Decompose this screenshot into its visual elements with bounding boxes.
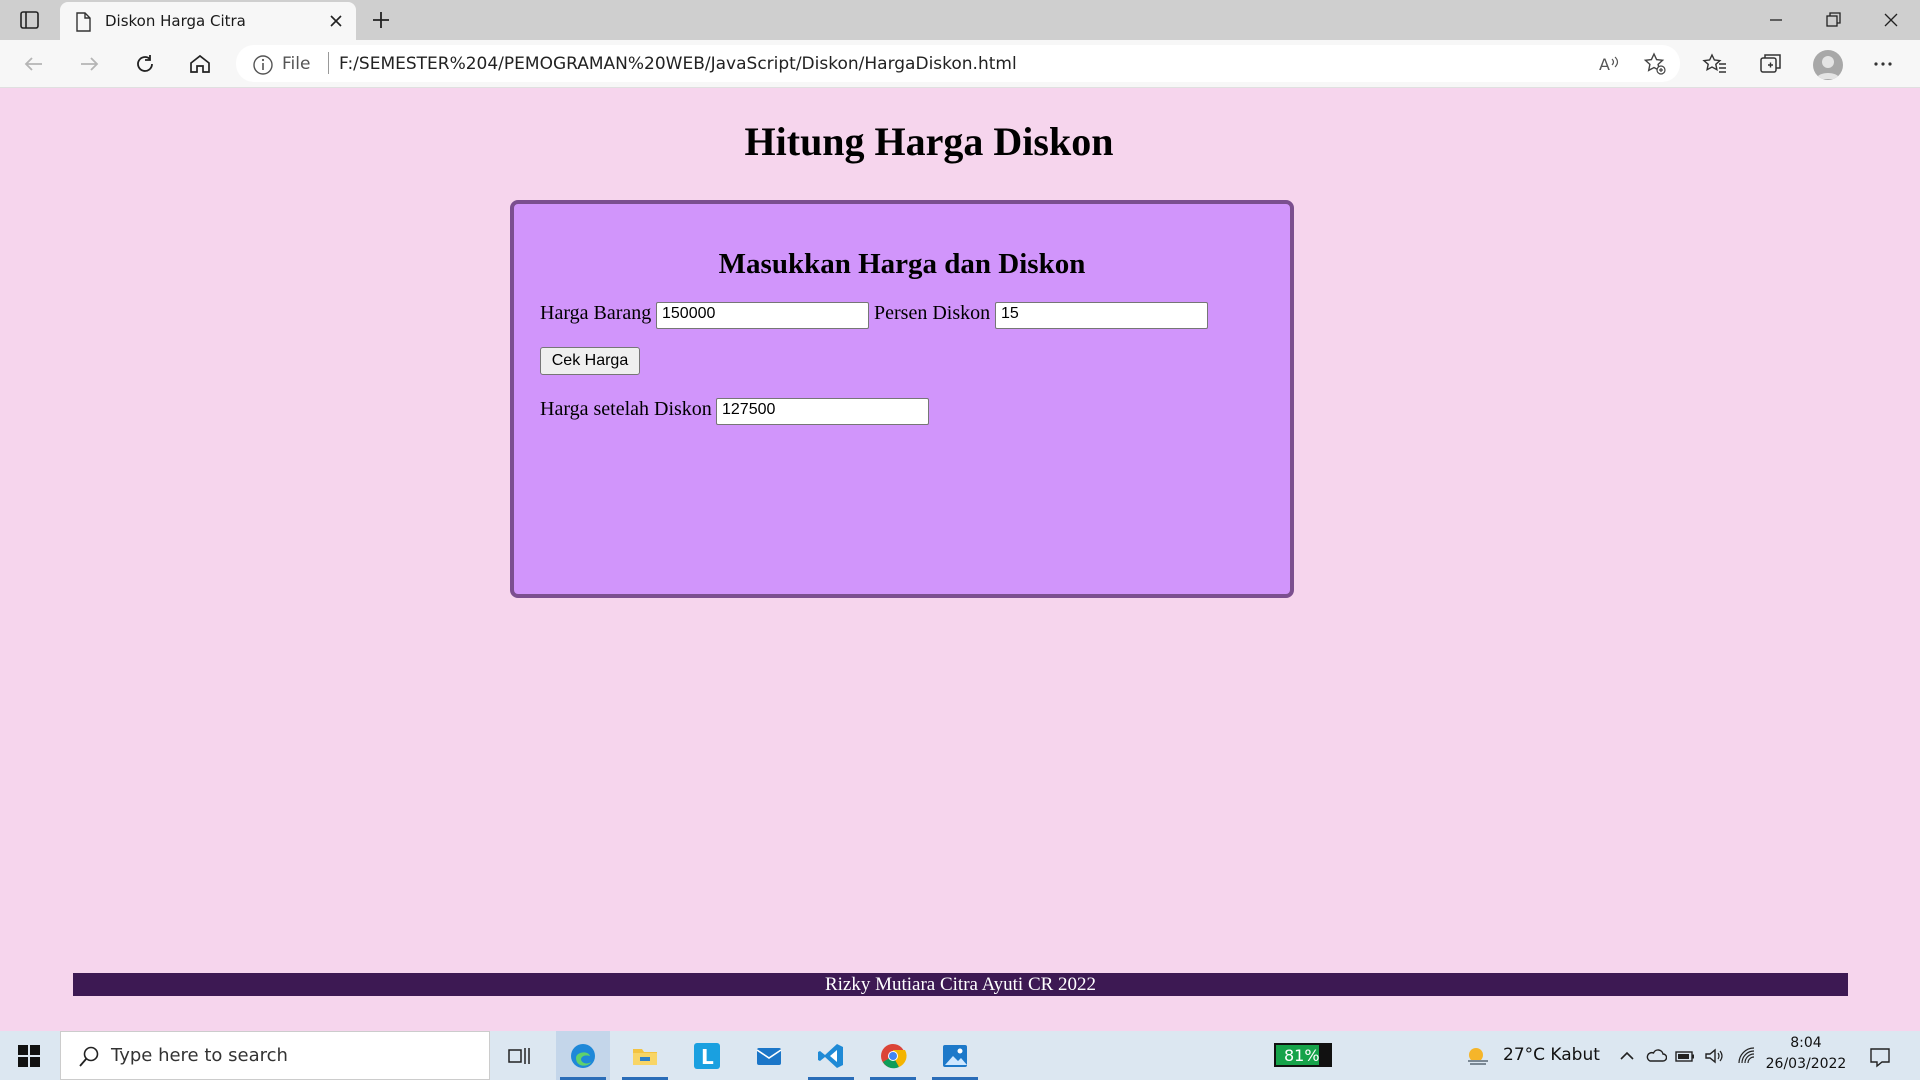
chevron-up-icon[interactable]: [1616, 1045, 1638, 1067]
task-view-icon[interactable]: [492, 1031, 546, 1080]
page-heading: Hitung Harga Diskon: [744, 119, 1114, 164]
address-prefix: File: [282, 54, 311, 74]
wifi-icon[interactable]: [1736, 1045, 1758, 1067]
browser-tab-bar: Diskon Harga Citra: [0, 0, 1920, 40]
search-icon: [77, 1045, 101, 1074]
browser-nav-bar: File F:/SEMESTER%204/PEMOGRAMAN%20WEB/Ja…: [0, 40, 1920, 88]
notification-icon[interactable]: [1868, 1045, 1890, 1068]
forward-arrow-icon[interactable]: [75, 50, 103, 78]
favorites-icon[interactable]: [1701, 50, 1729, 78]
onedrive-cloud-icon[interactable]: [1645, 1045, 1668, 1067]
weather-icon[interactable]: [1466, 1045, 1488, 1067]
browser-tab[interactable]: Diskon Harga Citra: [60, 2, 356, 40]
address-bar[interactable]: File F:/SEMESTER%204/PEMOGRAMAN%20WEB/Ja…: [236, 45, 1680, 82]
restore-icon[interactable]: [1821, 8, 1845, 32]
refresh-icon[interactable]: [131, 50, 159, 78]
close-window-icon[interactable]: [1879, 8, 1903, 32]
taskbar-file-explorer-icon[interactable]: [618, 1031, 672, 1080]
discount-label: Persen Diskon: [874, 302, 991, 324]
taskbar-edge-icon[interactable]: [556, 1031, 610, 1080]
discount-form-panel: Masukkan Harga dan Diskon Harga Barang 1…: [510, 200, 1294, 598]
read-aloud-icon[interactable]: A: [1596, 51, 1622, 77]
weather-text[interactable]: 27°C Kabut: [1503, 1045, 1600, 1065]
collections-icon[interactable]: [1757, 50, 1785, 78]
clock-time[interactable]: 8:04: [1757, 1035, 1855, 1051]
speaker-icon[interactable]: [1703, 1045, 1725, 1067]
battery-percent: 81%: [1284, 1046, 1320, 1065]
taskbar-photos-icon[interactable]: [928, 1031, 982, 1080]
more-options-icon[interactable]: [1869, 50, 1897, 78]
new-tab-icon[interactable]: [368, 7, 394, 33]
battery-indicator[interactable]: 81%: [1274, 1043, 1332, 1067]
svg-text:L: L: [701, 1045, 714, 1069]
back-arrow-icon[interactable]: [20, 50, 48, 78]
svg-text:A: A: [1599, 55, 1610, 74]
url-text[interactable]: F:/SEMESTER%204/PEMOGRAMAN%20WEB/JavaScr…: [339, 54, 1017, 74]
taskbar-mail-icon[interactable]: [742, 1031, 796, 1080]
result-label: Harga setelah Diskon: [540, 398, 712, 420]
taskbar-chrome-icon[interactable]: [866, 1031, 920, 1080]
windows-start-icon[interactable]: [18, 1045, 40, 1067]
tab-actions-icon[interactable]: [18, 10, 42, 30]
minimize-icon[interactable]: [1764, 8, 1788, 32]
windows-taskbar: Type here to search L 81% 27°C Kabut 8:0…: [0, 1031, 1920, 1080]
taskbar-l-app-icon[interactable]: L: [680, 1031, 734, 1080]
add-favorite-icon[interactable]: [1642, 51, 1668, 77]
search-placeholder: Type here to search: [111, 1045, 288, 1066]
discount-input[interactable]: 15: [995, 302, 1208, 329]
document-icon: [74, 12, 92, 37]
clock-date[interactable]: 26/03/2022: [1757, 1056, 1855, 1072]
taskbar-search-box[interactable]: Type here to search: [60, 1031, 490, 1080]
tab-title: Diskon Harga Citra: [105, 12, 246, 30]
result-output[interactable]: 127500: [716, 398, 929, 425]
address-separator: [328, 52, 329, 74]
close-tab-icon[interactable]: [326, 11, 346, 31]
price-label: Harga Barang: [540, 302, 652, 324]
price-input[interactable]: 150000: [656, 302, 869, 329]
info-icon[interactable]: [252, 54, 274, 81]
profile-avatar[interactable]: [1813, 50, 1843, 80]
check-price-button[interactable]: Cek Harga: [540, 347, 640, 375]
panel-title: Masukkan Harga dan Diskon: [718, 248, 1086, 280]
taskbar-vscode-icon[interactable]: [804, 1031, 858, 1080]
battery-icon[interactable]: [1674, 1045, 1696, 1067]
home-icon[interactable]: [186, 50, 214, 78]
page-footer: Rizky Mutiara Citra Ayuti CR 2022: [73, 973, 1848, 996]
